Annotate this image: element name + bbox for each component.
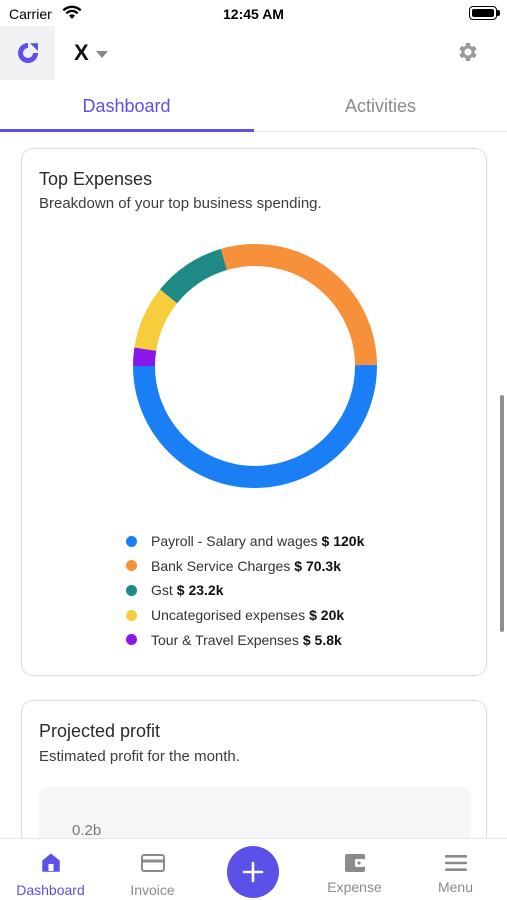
legend-label: Uncategorised expenses [151, 607, 306, 624]
legend-item: Bank Service Charges $ 70.3k [126, 554, 364, 579]
legend-color-dot [126, 634, 137, 646]
legend-color-dot [126, 535, 137, 547]
nav-expense[interactable]: Expense [304, 839, 405, 900]
top-expenses-card: Top Expenses Breakdown of your top busin… [21, 148, 487, 676]
company-switcher[interactable]: X [74, 40, 108, 66]
legend-color-dot [126, 560, 137, 572]
tab-dashboard[interactable]: Dashboard [0, 82, 253, 132]
card-subtitle: Estimated profit for the month. [39, 748, 240, 765]
legend-item: Tour & Travel Expenses $ 5.8k [126, 627, 364, 652]
legend-value: $ 70.3k [294, 557, 342, 574]
legend-item: Gst $ 23.2k [126, 578, 364, 603]
clock: 12:45 AM [223, 6, 284, 22]
add-button[interactable] [227, 846, 279, 898]
app-header: X [0, 26, 507, 80]
company-name: X [74, 40, 89, 65]
battery-tip [497, 10, 500, 16]
chart-legend: Payroll - Salary and wages $ 120k Bank Ser… [126, 529, 364, 652]
hamburger-menu-icon [405, 851, 506, 875]
y-axis-tick: 0.2b [72, 822, 102, 839]
legend-color-dot [126, 584, 137, 596]
card-subtitle: Breakdown of your top business spending. [39, 195, 322, 212]
tab-activities[interactable]: Activities [254, 82, 507, 132]
donut-slice-uncategorised[interactable] [134, 289, 178, 352]
legend-label: Payroll - Salary and wages [151, 533, 318, 550]
legend-label: Tour & Travel Expenses [151, 631, 299, 648]
card-title: Top Expenses [39, 169, 153, 189]
credit-card-icon [102, 851, 203, 875]
dashboard-content[interactable]: Top Expenses Breakdown of your top busin… [0, 133, 507, 839]
nav-label: Expense [327, 879, 382, 895]
caret-down-icon [95, 50, 108, 58]
nav-dashboard[interactable]: Dashboard [0, 839, 101, 900]
tab-bar: Dashboard Activities [0, 82, 507, 132]
expense-donut-chart[interactable] [130, 241, 380, 491]
projected-profit-card: Projected profit Estimated profit for th… [21, 700, 487, 839]
legend-color-dot [126, 609, 137, 621]
nav-add[interactable] [203, 839, 304, 900]
legend-item: Payroll - Salary and wages $ 120k [126, 529, 364, 554]
nav-label: Invoice [130, 882, 175, 898]
legend-item: Uncategorised expenses $ 20k [126, 603, 364, 628]
donut-slice-bank-charges[interactable] [220, 244, 377, 366]
legend-value: $ 5.8k [302, 631, 342, 648]
home-icon [0, 851, 101, 875]
legend-label: Bank Service Charges [151, 557, 291, 574]
gear-icon[interactable] [456, 40, 480, 69]
bottom-nav: Dashboard Invoice Expense Menu [0, 838, 507, 900]
scrollbar[interactable] [500, 395, 504, 632]
nav-label: Dashboard [16, 882, 85, 898]
plus-icon [242, 861, 264, 883]
card-title: Projected profit [39, 721, 161, 741]
nav-label: Menu [437, 879, 474, 895]
legend-value: $ 120k [321, 533, 365, 550]
profit-chart-area [39, 787, 471, 839]
status-bar: Carrier 12:45 AM [0, 0, 507, 28]
nav-invoice[interactable]: Invoice [102, 839, 203, 900]
app-logo-icon[interactable] [0, 26, 55, 80]
donut-slice-travel[interactable] [133, 347, 157, 367]
legend-value: $ 23.2k [176, 582, 224, 599]
donut-slice-payroll[interactable] [133, 364, 377, 489]
nav-menu[interactable]: Menu [405, 839, 506, 900]
legend-value: $ 20k [309, 607, 345, 624]
active-tab-indicator [0, 129, 254, 132]
donut-slice-gst[interactable] [159, 248, 228, 304]
battery-icon [469, 6, 497, 20]
legend-label: Gst [151, 582, 173, 599]
wallet-icon [304, 851, 405, 875]
